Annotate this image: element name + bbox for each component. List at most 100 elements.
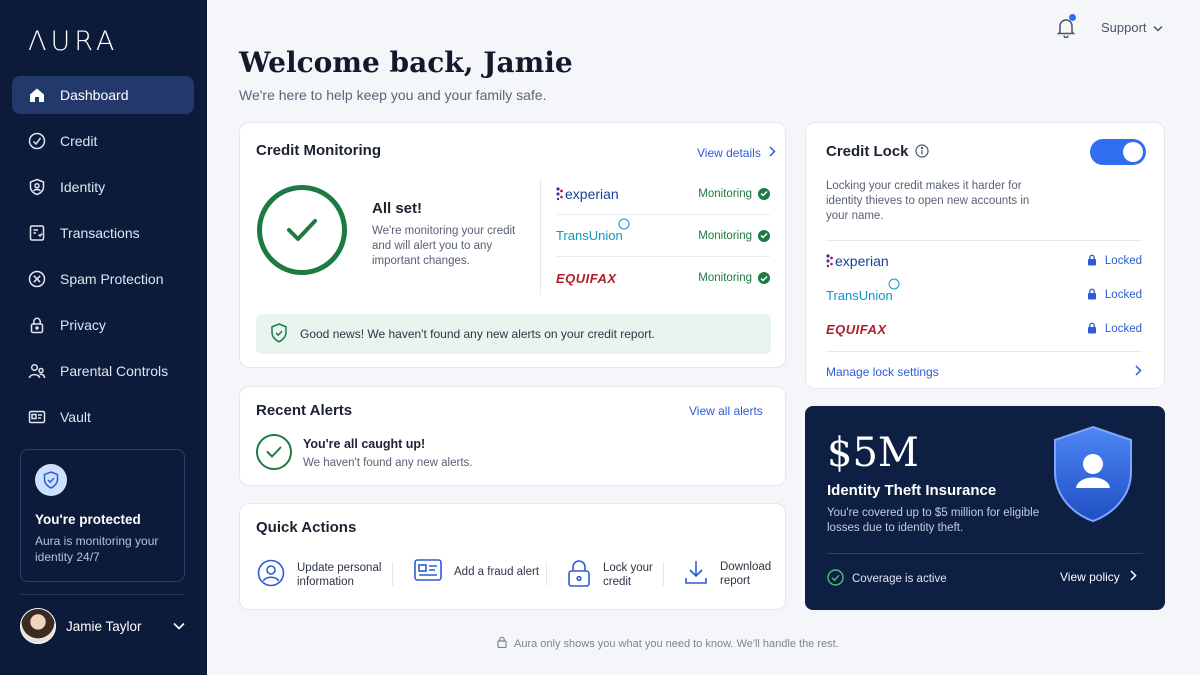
quick-actions-card: Quick Actions Update personal information…	[239, 503, 786, 610]
lock-row-equifax: EQUIFAX Locked	[826, 318, 1142, 340]
lock-row-experian: experian Locked	[826, 250, 1142, 272]
download-report-action[interactable]: Download report	[684, 559, 771, 589]
locked-status: Locked	[1087, 322, 1142, 337]
monitoring-status: Monitoring	[698, 272, 770, 284]
transunion-logo: TransUnion	[826, 278, 900, 303]
manage-lock-settings-link[interactable]: Manage lock settings	[826, 363, 1142, 381]
download-icon	[684, 559, 708, 589]
check-circle-icon	[758, 187, 770, 200]
sidebar-item-vault[interactable]: Vault	[12, 398, 194, 436]
support-menu[interactable]: Support	[1101, 20, 1163, 35]
view-all-alerts-link[interactable]: View all alerts	[689, 404, 763, 418]
all-set-check-icon	[257, 185, 347, 275]
view-details-label: View details	[697, 146, 761, 160]
page-subtitle: We're here to help keep you and your fam…	[239, 87, 547, 103]
quick-actions-title: Quick Actions	[256, 519, 357, 536]
sidebar: ΛURA Dashboard Credit Identity Transacti…	[0, 0, 207, 675]
bureau-row-equifax: EQUIFAX Monitoring	[556, 257, 770, 299]
identity-shield-icon	[28, 178, 46, 196]
id-card-icon	[414, 559, 442, 585]
padlock-icon	[567, 559, 591, 591]
sidebar-item-dashboard[interactable]: Dashboard	[12, 76, 194, 114]
action-label-line1: Download	[720, 561, 772, 573]
vault-card-icon	[28, 408, 46, 426]
sidebar-item-label: Spam Protection	[60, 271, 164, 287]
info-icon[interactable]	[915, 144, 929, 163]
sidebar-item-label: Credit	[60, 133, 98, 149]
chevron-right-icon	[1135, 363, 1142, 381]
sidebar-item-spam-protection[interactable]: Spam Protection	[12, 260, 194, 298]
padlock-icon	[497, 636, 507, 651]
experian-logo: experian	[826, 253, 889, 269]
view-policy-link[interactable]: View policy	[1060, 570, 1137, 584]
user-name: Jamie Taylor	[66, 618, 142, 634]
update-personal-info-action[interactable]: Update personal information	[257, 559, 381, 591]
insurance-title: Identity Theft Insurance	[827, 482, 997, 499]
lock-credit-action[interactable]: Lock your credit	[567, 559, 653, 591]
footer-text: Aura only shows you what you need to kno…	[514, 637, 839, 650]
transactions-icon	[28, 224, 46, 242]
chevron-right-icon	[1130, 570, 1137, 584]
view-policy-label: View policy	[1060, 570, 1120, 584]
all-set-text: We're monitoring your credit and will al…	[372, 225, 516, 267]
action-label-line1: Add a fraud alert	[454, 566, 540, 578]
protection-subtitle: Aura is monitoring your identity 24/7	[35, 534, 159, 564]
equifax-logo: EQUIFAX	[826, 321, 887, 337]
shield-check-icon	[270, 322, 288, 346]
credit-lock-description: Locking your credit makes it harder for …	[826, 180, 1030, 222]
bureau-row-experian: experian Monitoring	[556, 173, 770, 215]
aura-logo[interactable]: ΛURA	[28, 26, 118, 57]
check-circle-icon	[256, 434, 292, 470]
insurance-amount: $5M	[827, 430, 919, 476]
chevron-right-icon	[769, 144, 776, 162]
monitoring-status: Monitoring	[698, 187, 770, 200]
padlock-icon	[1087, 288, 1097, 303]
action-label-line1: Lock your	[603, 562, 653, 574]
good-news-text: Good news! We haven't found any new aler…	[300, 327, 655, 341]
footer-note: Aura only shows you what you need to kno…	[497, 636, 839, 651]
good-news-banner: Good news! We haven't found any new aler…	[256, 314, 771, 354]
credit-lock-title: Credit Lock	[826, 143, 909, 160]
insurance-text: You're covered up to $5 million for elig…	[827, 507, 1040, 534]
sidebar-item-transactions[interactable]: Transactions	[12, 214, 194, 252]
coverage-status-label: Coverage is active	[852, 573, 947, 585]
padlock-icon	[1087, 322, 1097, 337]
view-details-link[interactable]: View details	[697, 144, 776, 162]
credit-monitoring-title: Credit Monitoring	[256, 142, 381, 159]
notification-badge	[1069, 14, 1076, 21]
action-label-line2: report	[720, 575, 751, 587]
sidebar-item-credit[interactable]: Credit	[12, 122, 194, 160]
divider	[663, 562, 664, 586]
sidebar-item-label: Identity	[60, 179, 106, 195]
sidebar-nav: Dashboard Credit Identity Transactions S…	[12, 76, 194, 444]
home-icon	[28, 86, 46, 104]
user-circle-icon	[257, 559, 285, 591]
user-menu[interactable]: Jamie Taylor	[20, 608, 185, 644]
sidebar-item-label: Transactions	[60, 225, 140, 241]
add-fraud-alert-action[interactable]: Add a fraud alert	[414, 559, 539, 585]
protection-title: You're protected	[35, 512, 141, 527]
chevron-down-icon	[1153, 20, 1163, 35]
action-label-line1: Update personal	[297, 562, 382, 574]
all-set-title: All set!	[372, 200, 423, 217]
recent-alerts-card: Recent Alerts View all alerts You're all…	[239, 386, 786, 486]
check-circle-icon	[758, 229, 770, 242]
lock-row-transunion: TransUnion Locked	[826, 278, 1142, 306]
sidebar-item-label: Dashboard	[60, 87, 129, 103]
sidebar-item-privacy[interactable]: Privacy	[12, 306, 194, 344]
page-title: Welcome back, Jamie	[239, 46, 573, 79]
divider	[827, 553, 1143, 554]
sidebar-item-identity[interactable]: Identity	[12, 168, 194, 206]
support-label: Support	[1101, 20, 1147, 35]
caught-up-title: You're all caught up!	[303, 437, 426, 451]
monitoring-status: Monitoring	[698, 229, 770, 242]
action-label-line2: credit	[603, 576, 632, 588]
bureau-row-transunion: TransUnion Monitoring	[556, 215, 770, 257]
coverage-status: Coverage is active	[827, 569, 947, 589]
divider	[546, 562, 547, 586]
divider	[540, 179, 541, 295]
sidebar-item-label: Vault	[60, 409, 91, 425]
credit-lock-toggle[interactable]	[1090, 139, 1146, 165]
sidebar-item-parental-controls[interactable]: Parental Controls	[12, 352, 194, 390]
recent-alerts-title: Recent Alerts	[256, 402, 353, 419]
